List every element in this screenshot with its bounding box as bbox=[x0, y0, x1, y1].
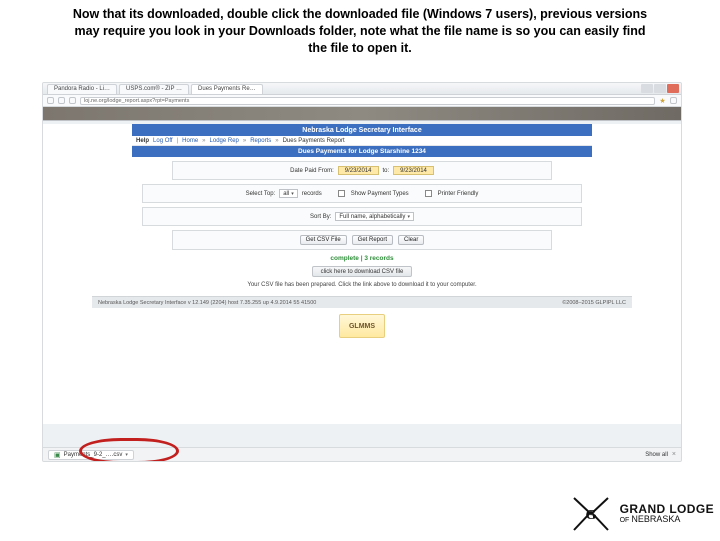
action-buttons-panel: Get CSV File Get Report Clear bbox=[172, 230, 552, 250]
breadcrumb: Help Log Off | Home » Lodge Rep » Report… bbox=[132, 136, 592, 146]
download-chip[interactable]: ▣ Payments_9-2_….csv ▾ bbox=[48, 450, 134, 460]
date-to-label: to: bbox=[383, 168, 390, 174]
select-top-label: Select Top: bbox=[246, 191, 276, 197]
tab-dues-payments[interactable]: Dues Payments Re… bbox=[191, 84, 263, 94]
minimize-button[interactable] bbox=[641, 84, 653, 93]
options-panel: Select Top: all ▾ records Show Payment T… bbox=[142, 184, 582, 203]
brand-logo: G GRAND LODGE OFNEBRASKA bbox=[568, 490, 714, 536]
window-close-button[interactable] bbox=[667, 84, 679, 93]
bookmark-star-icon[interactable]: ★ bbox=[659, 97, 666, 104]
footer-right: ©2008–2015 GLPIPL LLC bbox=[562, 300, 626, 306]
prepared-message: Your CSV file has been prepared. Click t… bbox=[43, 282, 681, 288]
glmms-badge: GLMMS bbox=[339, 314, 385, 338]
svg-text:G: G bbox=[585, 508, 596, 523]
complete-status: complete | 3 records bbox=[43, 255, 681, 262]
page-title: Dues Payments for Lodge Starshine 1234 bbox=[132, 146, 592, 157]
close-download-bar-icon[interactable]: × bbox=[672, 451, 676, 458]
download-csv-link[interactable]: click here to download CSV file bbox=[312, 266, 413, 277]
get-report-button[interactable]: Get Report bbox=[352, 235, 393, 245]
chevron-down-icon: ▾ bbox=[407, 214, 410, 220]
get-csv-button[interactable]: Get CSV File bbox=[300, 235, 347, 245]
page-footer: Nebraska Lodge Secretary Interface v 12.… bbox=[92, 296, 632, 308]
browser-window: Pandora Radio - Li… USPS.com® - ZIP … Du… bbox=[42, 82, 682, 462]
url-field[interactable]: loj.ne.org/lodge_report.aspx?rpt=Payment… bbox=[80, 97, 655, 105]
brand-line2: NEBRASKA bbox=[631, 514, 680, 524]
reload-button[interactable] bbox=[69, 97, 76, 104]
help-link[interactable]: Help bbox=[136, 138, 149, 144]
printer-friendly-checkbox[interactable] bbox=[425, 190, 432, 197]
square-compass-icon: G bbox=[568, 490, 614, 536]
crumb-current: Dues Payments Report bbox=[283, 138, 345, 144]
back-button[interactable] bbox=[47, 97, 54, 104]
instruction-text: Now that its downloaded, double click th… bbox=[0, 0, 720, 65]
persona-theme-strip bbox=[43, 107, 681, 121]
date-from-label: Date Paid From: bbox=[290, 168, 334, 174]
clear-button[interactable]: Clear bbox=[398, 235, 424, 245]
tab-usps[interactable]: USPS.com® - ZIP … bbox=[119, 84, 189, 94]
footer-left: Nebraska Lodge Secretary Interface v 12.… bbox=[98, 300, 316, 306]
tab-row: Pandora Radio - Li… USPS.com® - ZIP … Du… bbox=[47, 84, 263, 94]
select-top-dropdown[interactable]: all ▾ bbox=[279, 189, 298, 198]
show-payment-types-label: Show Payment Types bbox=[351, 191, 409, 197]
app-banner: Nebraska Lodge Secretary Interface bbox=[132, 124, 592, 136]
forward-button[interactable] bbox=[58, 97, 65, 104]
download-filename: Payments_9-2_….csv bbox=[64, 452, 123, 458]
window-buttons bbox=[641, 84, 679, 93]
sort-by-label: Sort By: bbox=[310, 214, 331, 220]
crumb-reports[interactable]: Reports bbox=[250, 138, 271, 144]
page-content: Nebraska Lodge Secretary Interface Help … bbox=[43, 124, 681, 424]
sort-panel: Sort By: Full name, alphabetically ▾ bbox=[142, 207, 582, 226]
date-range-panel: Date Paid From: 9/23/2014 to: 9/23/2014 bbox=[172, 161, 552, 180]
sort-by-dropdown[interactable]: Full name, alphabetically ▾ bbox=[335, 212, 414, 221]
date-to-field[interactable]: 9/23/2014 bbox=[393, 166, 434, 175]
tab-pandora[interactable]: Pandora Radio - Li… bbox=[47, 84, 117, 94]
window-titlebar: Pandora Radio - Li… USPS.com® - ZIP … Du… bbox=[43, 83, 681, 95]
crumb-lodge-rep[interactable]: Lodge Rep bbox=[210, 138, 239, 144]
address-bar: loj.ne.org/lodge_report.aspx?rpt=Payment… bbox=[43, 95, 681, 107]
logoff-link[interactable]: Log Off bbox=[153, 138, 173, 144]
download-bar: ▣ Payments_9-2_….csv ▾ Show all × bbox=[43, 447, 681, 461]
show-payment-types-checkbox[interactable] bbox=[338, 190, 345, 197]
date-from-field[interactable]: 9/23/2014 bbox=[338, 166, 379, 175]
menu-button[interactable] bbox=[670, 97, 677, 104]
records-label: records bbox=[302, 191, 322, 197]
crumb-home[interactable]: Home bbox=[182, 138, 198, 144]
printer-friendly-label: Printer Friendly bbox=[438, 191, 479, 197]
sort-by-value: Full name, alphabetically bbox=[339, 214, 405, 220]
select-top-value: all bbox=[283, 191, 289, 197]
chevron-up-icon[interactable]: ▾ bbox=[125, 452, 128, 458]
maximize-button[interactable] bbox=[654, 84, 666, 93]
file-icon: ▣ bbox=[54, 451, 61, 459]
brand-of: OF bbox=[620, 517, 630, 524]
show-all-link[interactable]: Show all bbox=[645, 452, 668, 458]
chevron-down-icon: ▾ bbox=[291, 191, 294, 197]
